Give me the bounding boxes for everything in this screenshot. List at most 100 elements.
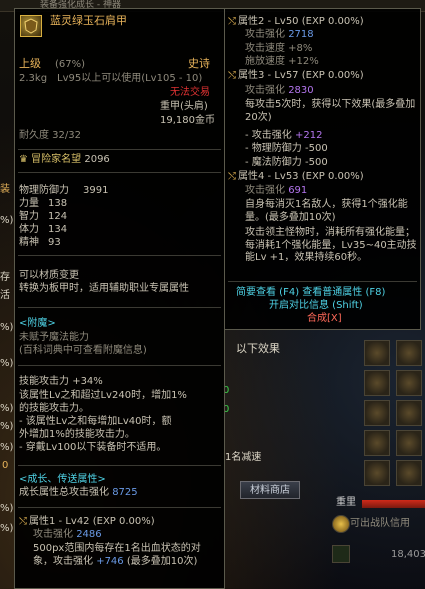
item-price: 19,180金币 bbox=[160, 115, 215, 126]
skill-attack-value: +34% bbox=[72, 376, 103, 387]
inventory-slot[interactable] bbox=[396, 430, 422, 456]
bg-fragment: 装 bbox=[0, 184, 10, 195]
attr2-line: 施放速度 +12% bbox=[245, 56, 319, 67]
stat-label: 智力 bbox=[19, 211, 39, 222]
level-requirement: Lv95以上可以使用(Lv105 - 10) bbox=[57, 73, 203, 84]
bg-slow-text: 1名减速 bbox=[225, 452, 262, 463]
item-type: 重甲(头肩) bbox=[160, 101, 208, 112]
divider bbox=[18, 365, 221, 366]
attr3-effect-row: - 魔法防御力 -500 bbox=[245, 157, 328, 170]
bg-fragment: %) bbox=[0, 503, 14, 514]
fame-value: 2096 bbox=[84, 154, 110, 165]
bottom-status-text: 可出战队信用 bbox=[350, 518, 410, 529]
fame-icon: ♛ bbox=[19, 154, 28, 165]
adventurer-fame-row: ♛ 冒险家名望 2096 bbox=[19, 154, 110, 167]
skill-desc-line: - 该属性Lv之和每增加Lv40时，额 bbox=[19, 416, 172, 427]
attr3-effect-label: - 魔法防御力 bbox=[245, 157, 302, 168]
skill-desc-line: - 穿戴Lv100以下装备时不适用。 bbox=[19, 442, 167, 453]
skill-attack-row: 技能攻击力 +34% bbox=[19, 376, 103, 389]
item-weight: 2.3kg bbox=[19, 73, 48, 84]
divider bbox=[18, 172, 221, 173]
attr4-title: 属性4 - Lv53 (EXP 0.00%) bbox=[238, 171, 364, 182]
attr2-title: 属性2 - Lv50 (EXP 0.00%) bbox=[238, 16, 364, 27]
bg-fragment: 0 bbox=[2, 460, 9, 471]
brief-view-link[interactable]: 简要查看 (F4) 查看普通属性 (F8) bbox=[236, 287, 385, 300]
growth-total-value: 8725 bbox=[112, 487, 138, 498]
attr4-atk-value: 691 bbox=[288, 185, 308, 196]
item-shoulder-icon bbox=[20, 15, 42, 37]
enchant-none: 未赋予魔法能力 bbox=[19, 332, 89, 343]
item-name: 蓝灵绿玉石肩甲 bbox=[50, 14, 127, 27]
attr1-atk-value: 2486 bbox=[76, 529, 102, 540]
attr3-effect-row: - 物理防御力 -500 bbox=[245, 143, 328, 156]
skill-desc-line: 外增加1%的技能攻击力。 bbox=[19, 429, 135, 440]
attr2-line: 攻击速度 +8% bbox=[245, 43, 313, 54]
attr3-effect-value: -500 bbox=[304, 157, 328, 168]
bg-fragment: %) bbox=[0, 403, 14, 414]
durability: 耐久度 32/32 bbox=[19, 130, 81, 141]
inventory-slot[interactable] bbox=[396, 340, 422, 366]
attr1-tail: (最多叠加10次) bbox=[126, 555, 198, 567]
divider bbox=[18, 149, 221, 150]
stat-value: 124 bbox=[48, 211, 68, 222]
attr3-atk-row: 攻击强化 2830 bbox=[245, 85, 314, 98]
attr3-effect-row: - 攻击强化 +212 bbox=[245, 130, 322, 143]
shuffle-icon: ⤭ bbox=[228, 16, 236, 27]
stat-value: 138 bbox=[48, 198, 68, 209]
divider bbox=[18, 465, 221, 466]
attr3-title: 属性3 - Lv57 (EXP 0.00%) bbox=[238, 70, 364, 81]
attr4-desc2: 攻击领主怪物时，消耗所有强化能量；每消耗1个强化能量，Lv35~40主动技能Lv… bbox=[245, 227, 417, 264]
fame-label: 冒险家名望 bbox=[31, 154, 82, 165]
enchant-header: <附魔> bbox=[19, 318, 56, 329]
inventory-slot[interactable] bbox=[364, 370, 390, 396]
grade-percent: (67%) bbox=[55, 59, 86, 70]
attr4-atk-row: 攻击强化 691 bbox=[245, 185, 307, 198]
inventory-slot[interactable] bbox=[364, 340, 390, 366]
inventory-slot[interactable] bbox=[364, 430, 390, 456]
divider bbox=[18, 507, 221, 508]
divider bbox=[18, 307, 221, 308]
inventory-slot[interactable] bbox=[396, 400, 422, 426]
skill-attack-label: 技能攻击力 bbox=[19, 376, 69, 387]
grade-label: 上级 bbox=[19, 57, 41, 70]
stat-value: 3991 bbox=[83, 185, 109, 196]
material-shop-button[interactable]: 材料商店 bbox=[240, 481, 300, 499]
attr1-title-row: ⤭ 属性1 - Lv42 (EXP 0.00%) bbox=[19, 516, 155, 529]
compose-link[interactable]: 合成[X] bbox=[307, 313, 342, 326]
shuffle-icon: ⤭ bbox=[228, 171, 236, 182]
attr4-desc1: 自身每消灭1名敌人，获得1个强化能量。(最多叠加10次) bbox=[245, 199, 408, 223]
bg-fragment: %) bbox=[0, 358, 14, 369]
hp-label: 重里 bbox=[336, 497, 356, 508]
inventory-slot[interactable] bbox=[396, 460, 422, 486]
stat-label: 精神 bbox=[19, 237, 39, 248]
compare-info-link[interactable]: 开启对比信息 (Shift) bbox=[269, 300, 363, 313]
inventory-slot[interactable] bbox=[396, 370, 422, 396]
growth-total-label: 成长属性总攻击强化 bbox=[19, 487, 109, 498]
currency-icon bbox=[332, 545, 350, 563]
inventory-slot[interactable] bbox=[364, 460, 390, 486]
stat-label: 体力 bbox=[19, 224, 39, 235]
inventory-slot[interactable] bbox=[364, 400, 390, 426]
bg-fragment: 活 bbox=[0, 290, 10, 301]
bg-fragment: %) bbox=[0, 442, 14, 453]
attr2-atk-row: 攻击强化 2718 bbox=[245, 29, 314, 42]
attr1-title: 属性1 - Lv42 (EXP 0.00%) bbox=[29, 516, 155, 527]
bg-fragment: 存 bbox=[0, 272, 10, 283]
item-tooltip: 蓝灵绿玉石肩甲 上级 (67%) 史诗 2.3kg Lv95以上可以使用(Lv1… bbox=[14, 8, 225, 589]
divider bbox=[18, 255, 221, 256]
trade-status: 无法交易 bbox=[170, 87, 210, 98]
skill-desc-line: 的技能攻击力。 bbox=[19, 403, 89, 414]
attr2-title-row: ⤭ 属性2 - Lv50 (EXP 0.00%) bbox=[228, 16, 364, 29]
attr1-description: 500px范围内每存在1名出血状态的对象，攻击强化 +746 (最多叠加10次) bbox=[33, 543, 215, 568]
attr4-atk-label: 攻击强化 bbox=[245, 185, 285, 196]
rarity-label: 史诗 bbox=[188, 57, 210, 70]
attr1-bonus: +746 bbox=[96, 555, 124, 567]
growth-header: <成长、传送属性> bbox=[19, 474, 106, 485]
growth-attribute-panel: ⤭ 属性2 - Lv50 (EXP 0.00%) 攻击强化 2718 攻击速度 +… bbox=[224, 8, 421, 330]
attr3-effect-label: - 物理防御力 bbox=[245, 143, 302, 154]
attr4-title-row: ⤭ 属性4 - Lv53 (EXP 0.00%) bbox=[228, 171, 364, 184]
attr3-title-row: ⤭ 属性3 - Lv57 (EXP 0.00%) bbox=[228, 70, 364, 83]
attr2-atk-label: 攻击强化 bbox=[245, 29, 285, 40]
gold-coin-icon bbox=[332, 515, 350, 533]
attr3-effect-label: - 攻击强化 bbox=[245, 130, 292, 141]
